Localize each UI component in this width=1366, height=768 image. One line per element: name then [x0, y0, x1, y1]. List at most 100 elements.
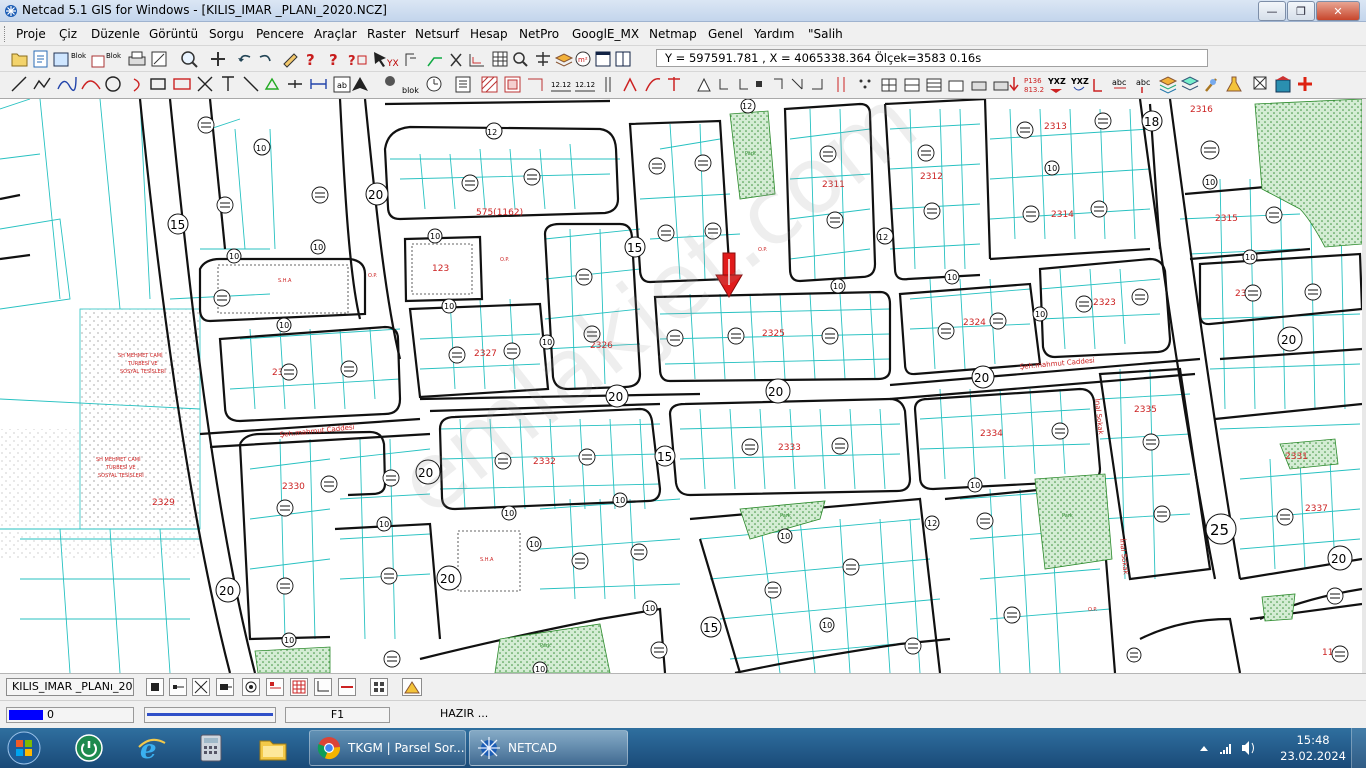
menu-sorgu[interactable]: Sorgu: [209, 27, 244, 41]
corner-icon-e[interactable]: [812, 79, 823, 90]
menu-goruntu[interactable]: Görüntü: [149, 27, 198, 41]
minimize-button[interactable]: —: [1258, 1, 1286, 21]
show-desktop-button[interactable]: [1351, 728, 1366, 768]
taskbar-netcad-window[interactable]: NETCAD: [469, 730, 628, 766]
table-add-icon[interactable]: [904, 78, 920, 92]
number-label2-icon[interactable]: 12.12: [575, 81, 595, 92]
layer-scale-button[interactable]: [192, 678, 210, 696]
color-indicator[interactable]: 0: [6, 707, 134, 723]
layer-grid-small-button[interactable]: [370, 678, 388, 696]
point-link-icon[interactable]: [288, 80, 302, 88]
menu-yardim[interactable]: Yardım: [754, 27, 794, 41]
help-icon[interactable]: ?: [306, 51, 315, 69]
menu-salih[interactable]: "Salih: [808, 27, 843, 41]
table-nv-icon[interactable]: [948, 80, 964, 92]
tools-icon[interactable]: [1205, 78, 1217, 92]
pole-icon[interactable]: [668, 77, 680, 91]
flask-icon[interactable]: [1226, 76, 1242, 92]
find-icon[interactable]: [513, 52, 528, 67]
corner-icon-b[interactable]: [739, 79, 748, 90]
dimension-icon[interactable]: [310, 79, 327, 89]
menu-ciz[interactable]: Çiz: [59, 27, 77, 41]
printer-icon[interactable]: [971, 81, 987, 91]
network-signal-icon[interactable]: [1220, 744, 1231, 754]
layer-selector[interactable]: KILIS_IMAR _PLANı_20: [6, 678, 134, 696]
window-icon[interactable]: [595, 51, 611, 67]
line-angle-icon[interactable]: [427, 57, 442, 67]
rectangle2-icon[interactable]: [173, 78, 191, 90]
pan-icon[interactable]: [211, 52, 225, 66]
fill-icon[interactable]: [264, 77, 280, 90]
redo-icon[interactable]: [259, 54, 271, 62]
tree-icon[interactable]: [697, 77, 711, 92]
road-icon[interactable]: [528, 78, 543, 91]
scale-icon[interactable]: [837, 77, 845, 92]
layer-grid-button[interactable]: [290, 678, 308, 696]
clock-icon[interactable]: [426, 76, 442, 92]
layer-remove-button[interactable]: [338, 678, 356, 696]
page-setup-icon[interactable]: [151, 51, 167, 67]
menu-netsurf[interactable]: Netsurf: [415, 27, 459, 41]
query-icon[interactable]: ?: [348, 54, 367, 69]
taskbar-ie[interactable]: e: [128, 730, 174, 766]
arc2-icon[interactable]: [133, 78, 140, 92]
measure-icon[interactable]: [283, 53, 298, 68]
menu-raster[interactable]: Raster: [367, 27, 406, 41]
building-icon[interactable]: [1275, 76, 1291, 93]
rectangle-icon[interactable]: [150, 78, 166, 90]
layer-circle-button[interactable]: [242, 678, 260, 696]
box-x-icon[interactable]: [1253, 76, 1267, 90]
vertical-lines-icon[interactable]: [605, 77, 611, 92]
taskbar-calculator[interactable]: [188, 730, 234, 766]
close-button[interactable]: ✕: [1316, 1, 1360, 21]
layer-warning-button[interactable]: [402, 678, 422, 696]
menu-netpro[interactable]: NetPro: [519, 27, 559, 41]
number-label-icon[interactable]: 12.12: [551, 81, 571, 92]
layer-red-line-button[interactable]: [266, 678, 284, 696]
taskbar-chrome-window[interactable]: TKGM | Parsel Sor...: [309, 730, 466, 766]
layer-line-button[interactable]: [169, 678, 187, 696]
restore-button[interactable]: ❐: [1287, 1, 1315, 21]
table-edit-icon[interactable]: [926, 78, 942, 92]
area-m2-icon[interactable]: m²: [575, 51, 591, 67]
spline-icon[interactable]: [57, 76, 77, 91]
menu-duzenle[interactable]: Düzenle: [91, 27, 140, 41]
layer-stop-button[interactable]: [146, 678, 164, 696]
line-icon[interactable]: [11, 76, 27, 92]
yxz-icon[interactable]: YXZ: [1047, 77, 1066, 93]
draw-road-icon[interactable]: [623, 77, 637, 92]
map-canvas[interactable]: S.H.A S.H.A 123 Park Park Park Park SH M…: [0, 99, 1362, 673]
dots-icon[interactable]: [859, 79, 871, 89]
abc-down-icon[interactable]: abc: [1136, 78, 1150, 93]
menu-genel[interactable]: Genel: [708, 27, 743, 41]
volume-icon[interactable]: [1242, 741, 1254, 755]
netcad-app-icon[interactable]: [4, 4, 18, 18]
blok-icon[interactable]: blok: [385, 76, 419, 95]
p136-icon[interactable]: P136813.2: [1024, 77, 1044, 94]
new-file-icon[interactable]: [33, 50, 48, 68]
open-file-icon[interactable]: [11, 53, 28, 67]
zoom-icon[interactable]: [181, 51, 198, 68]
blok-insert-icon[interactable]: Blok: [53, 52, 87, 67]
layers-icon[interactable]: [554, 53, 574, 67]
document-icon[interactable]: [455, 76, 471, 93]
extend-icon[interactable]: [243, 76, 259, 92]
menu-google-mx[interactable]: GooglE_MX: [572, 27, 639, 41]
select-icon[interactable]: [374, 52, 386, 67]
move-icon[interactable]: [352, 77, 368, 91]
point-icon[interactable]: [756, 81, 762, 87]
arrow-down-icon[interactable]: [1009, 77, 1019, 92]
menu-netmap[interactable]: Netmap: [649, 27, 697, 41]
layer-corner-button[interactable]: [314, 678, 332, 696]
cross-icon[interactable]: [450, 53, 462, 67]
corner-icon-c[interactable]: [774, 78, 783, 89]
menubar-grip[interactable]: [4, 26, 8, 42]
polyline-icon[interactable]: [405, 53, 416, 66]
corner-red-icon[interactable]: [1093, 79, 1102, 92]
menu-proje[interactable]: Proje: [16, 27, 46, 41]
corner-icon-d[interactable]: [791, 78, 803, 90]
menu-hesap[interactable]: Hesap: [470, 27, 508, 41]
layers-stack2-icon[interactable]: [1180, 76, 1200, 91]
layer-fill-button[interactable]: [216, 678, 234, 696]
tray-expand-icon[interactable]: [1200, 746, 1208, 751]
